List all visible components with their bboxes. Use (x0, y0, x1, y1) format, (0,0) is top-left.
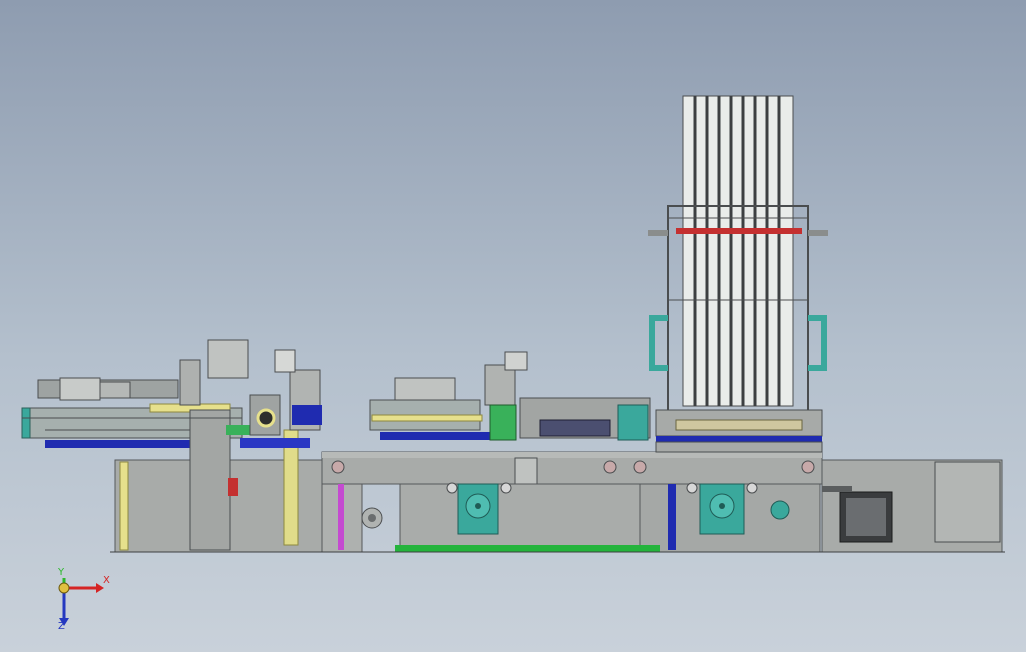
left-feeder-module (21, 339, 361, 553)
stacker-handle-right (808, 315, 827, 371)
main-conveyor-frame (321, 451, 823, 553)
right-output-module (821, 459, 1003, 553)
stacker-handle-left (649, 315, 668, 371)
left-blue-rail (45, 440, 195, 448)
x-axis-label: X (103, 575, 110, 586)
tray-stacker-tower (648, 95, 828, 453)
z-axis-label: Z (58, 621, 65, 632)
stacker-columns (682, 95, 794, 407)
machine-assembly-drawing (21, 95, 1005, 553)
middle-feeder-module (369, 351, 651, 441)
cad-viewport[interactable]: X Y Z (0, 0, 1026, 652)
y-axis-label: Y (58, 567, 65, 578)
